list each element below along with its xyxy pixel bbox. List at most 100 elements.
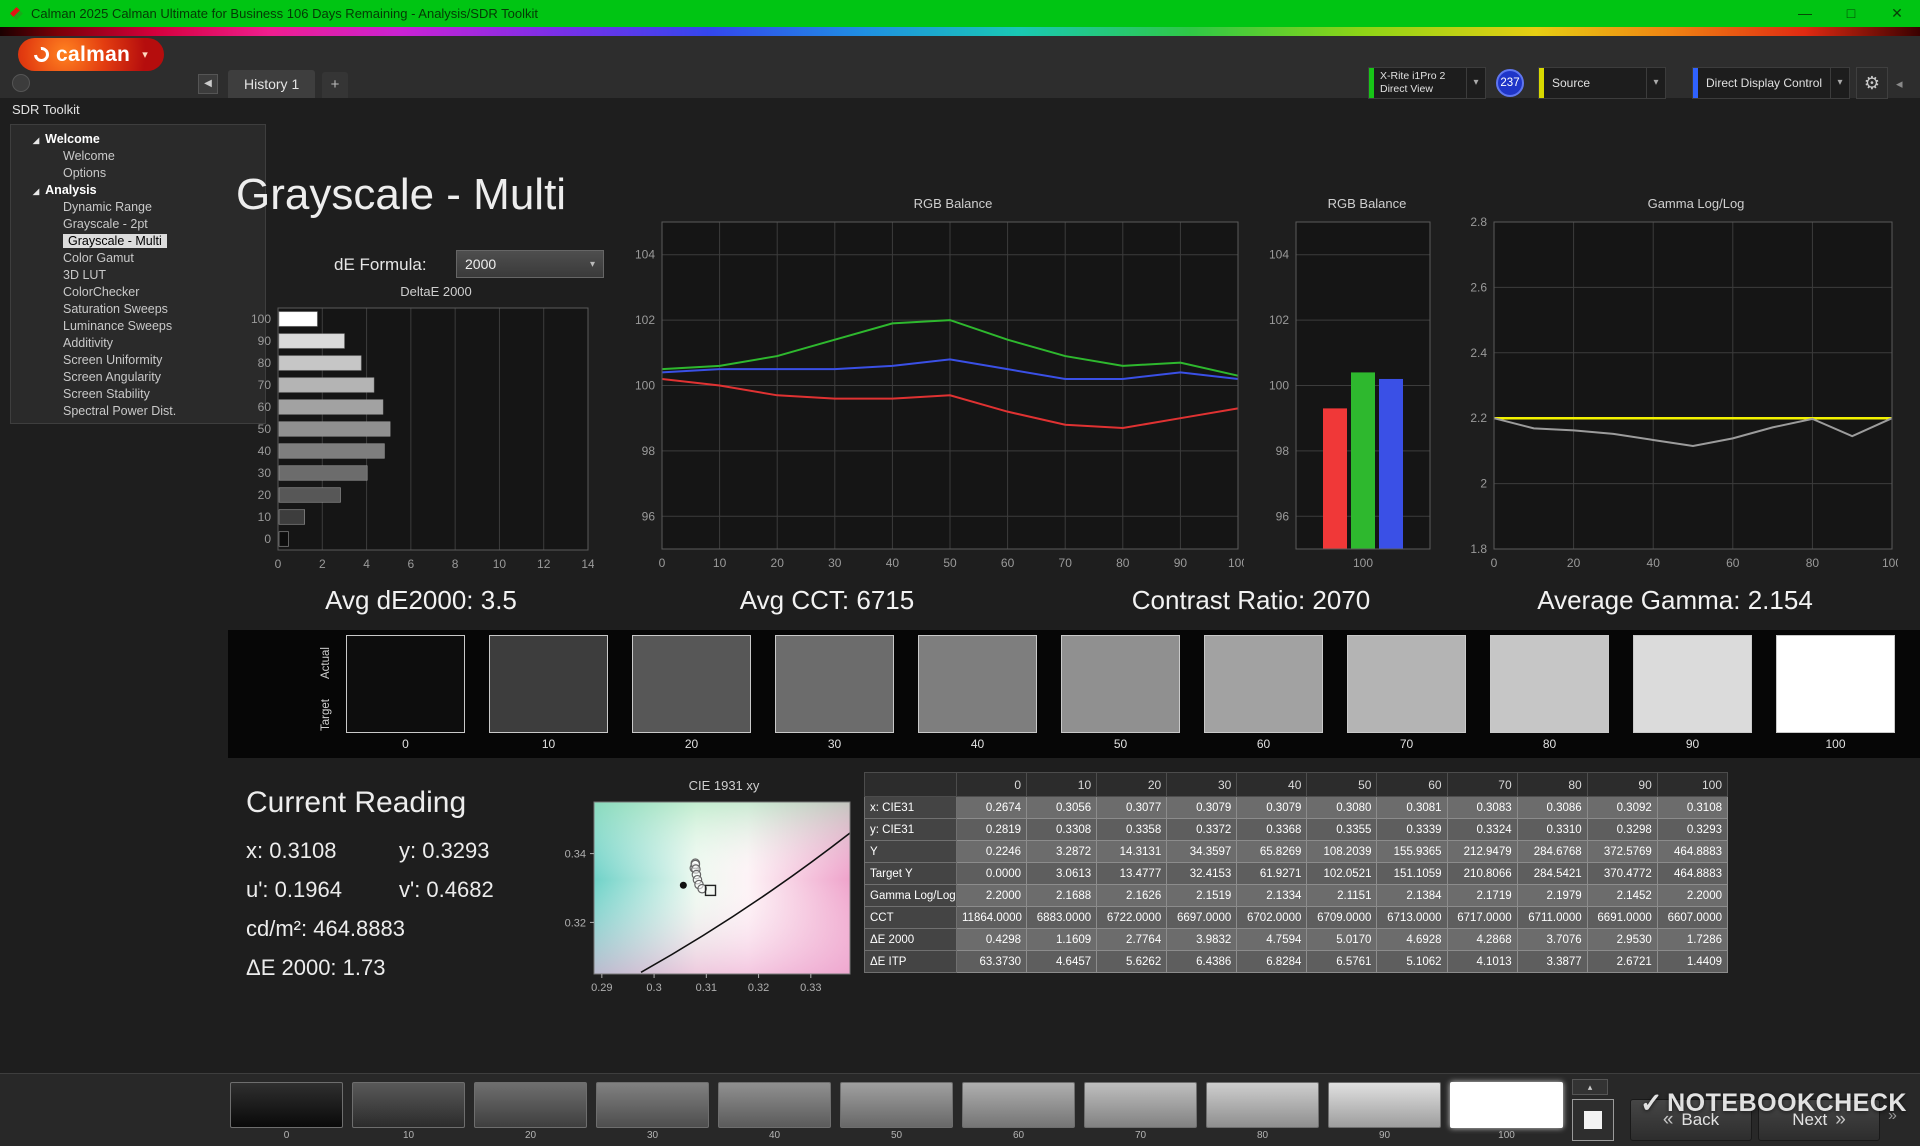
sidebar-item-label: Screen Angularity [63, 370, 161, 384]
chevron-down-icon[interactable]: ▾ [1466, 68, 1485, 98]
grayscale-swatch-strip: Actual Target 0102030405060708090100 [228, 630, 1920, 758]
sidebar-item-screen-angularity[interactable]: Screen Angularity [11, 369, 265, 386]
sidebar-item-welcome[interactable]: Welcome [11, 148, 265, 165]
svg-text:0: 0 [275, 557, 282, 571]
pattern-label: 0 [230, 1130, 343, 1141]
back-button[interactable]: « Back [1630, 1099, 1752, 1141]
sidebar-item-colorchecker[interactable]: ColorChecker [11, 284, 265, 301]
tree-section-welcome[interactable]: ◢Welcome [11, 131, 265, 148]
collapse-sidebar-button[interactable]: ◀ [198, 74, 218, 94]
sidebar-item-additivity[interactable]: Additivity [11, 335, 265, 352]
meter-info: X-Rite i1Pro 2 Direct View [1374, 70, 1466, 96]
table-cell: 2.1688 [1027, 885, 1097, 907]
pattern-button-40[interactable] [718, 1082, 831, 1128]
table-cell: 284.5421 [1517, 863, 1587, 885]
sidebar-item-screen-stability[interactable]: Screen Stability [11, 386, 265, 403]
display-control-selector[interactable]: Direct Display Control ▾ [1692, 67, 1850, 99]
end-chevron-icon[interactable]: » [1888, 1107, 1897, 1125]
back-label: Back [1681, 1110, 1719, 1130]
grayscale-swatch-50 [1061, 635, 1180, 733]
sidebar-item-dynamic-range[interactable]: Dynamic Range [11, 199, 265, 216]
sidebar-item-3d-lut[interactable]: 3D LUT [11, 267, 265, 284]
pattern-button-10[interactable] [352, 1082, 465, 1128]
table-column-header: 70 [1447, 773, 1517, 797]
pattern-button-20[interactable] [474, 1082, 587, 1128]
pattern-buttons: 0102030405060708090100 [230, 1082, 1563, 1141]
svg-text:2.6: 2.6 [1470, 280, 1487, 294]
pattern-button-70[interactable] [1084, 1082, 1197, 1128]
pattern-button-80[interactable] [1206, 1082, 1319, 1128]
grayscale-swatch-80 [1490, 635, 1609, 733]
pattern-button-100[interactable] [1450, 1082, 1563, 1128]
svg-text:90: 90 [1174, 556, 1188, 570]
sidebar-item-spectral-power-dist[interactable]: Spectral Power Dist. [11, 403, 265, 420]
table-cell: 6709.0000 [1307, 907, 1377, 929]
luminance-badge: 237 [1496, 69, 1524, 97]
tab-history-1[interactable]: History 1 [228, 70, 315, 98]
pattern-button-90[interactable] [1328, 1082, 1441, 1128]
table-row: Gamma Log/Log2.20002.16882.16262.15192.1… [865, 885, 1728, 907]
pattern-up-button[interactable]: ▴ [1572, 1079, 1608, 1095]
table-cell: 0.3372 [1167, 819, 1237, 841]
table-cell: 6.8284 [1237, 951, 1307, 973]
tree-section-label: Analysis [45, 183, 96, 197]
calman-menu-button[interactable]: calman ▾ [18, 38, 164, 71]
svg-text:8: 8 [452, 557, 459, 571]
de-formula-label: dE Formula: [334, 255, 427, 275]
pattern-button-60[interactable] [962, 1082, 1075, 1128]
sidebar-item-screen-uniformity[interactable]: Screen Uniformity [11, 352, 265, 369]
sidebar-item-options[interactable]: Options [11, 165, 265, 182]
sidebar-item-grayscale-multi[interactable]: Grayscale - Multi [11, 233, 265, 250]
swatch-label: 0 [346, 737, 465, 751]
table-column-header: 40 [1237, 773, 1307, 797]
sidebar-item-luminance-sweeps[interactable]: Luminance Sweeps [11, 318, 265, 335]
svg-text:0: 0 [264, 532, 271, 546]
svg-text:60: 60 [1726, 556, 1740, 570]
table-cell: 0.3339 [1377, 819, 1447, 841]
sidebar-item-saturation-sweeps[interactable]: Saturation Sweeps [11, 301, 265, 318]
swatch-cell: 50 [1061, 635, 1180, 751]
svg-text:20: 20 [1567, 556, 1581, 570]
svg-text:2: 2 [1480, 477, 1487, 491]
table-column-header: 30 [1167, 773, 1237, 797]
table-cell: 2.1334 [1237, 885, 1307, 907]
pattern-button-30[interactable] [596, 1082, 709, 1128]
next-button[interactable]: Next » [1758, 1099, 1880, 1141]
source-selector[interactable]: Source ▾ [1538, 67, 1666, 99]
table-column-header: 100 [1657, 773, 1727, 797]
workflow-home-button[interactable] [12, 74, 30, 92]
tree-section-analysis[interactable]: ◢Analysis [11, 182, 265, 199]
table-cell: 1.1609 [1027, 929, 1097, 951]
table-cell: 464.8883 [1657, 863, 1727, 885]
table-cell: 0.3310 [1517, 819, 1587, 841]
close-button[interactable]: ✕ [1874, 0, 1920, 27]
chevron-down-icon[interactable]: ▾ [1830, 68, 1849, 98]
collapse-right-icon[interactable]: ◂ [1896, 76, 1903, 92]
table-cell: 0.3080 [1307, 797, 1377, 819]
sidebar-item-color-gamut[interactable]: Color Gamut [11, 250, 265, 267]
add-tab-button[interactable]: + [322, 72, 348, 98]
calman-window: Calman 2025 Calman Ultimate for Business… [0, 0, 1920, 1146]
table-column-header: 10 [1027, 773, 1097, 797]
sidebar-item-grayscale-2pt[interactable]: Grayscale - 2pt [11, 216, 265, 233]
meter-selector[interactable]: X-Rite i1Pro 2 Direct View ▾ [1368, 67, 1486, 99]
cie-1931-chart: 0.320.340.290.30.310.320.33 [546, 798, 862, 1014]
svg-text:100: 100 [1353, 556, 1373, 570]
maximize-button[interactable]: □ [1828, 0, 1874, 27]
table-cell: 34.3597 [1167, 841, 1237, 863]
pattern-button-0[interactable] [230, 1082, 343, 1128]
table-cell: 2.7764 [1097, 929, 1167, 951]
pattern-button-50[interactable] [840, 1082, 953, 1128]
swatch-cell: 80 [1490, 635, 1609, 751]
table-row-label: ΔE ITP [865, 951, 957, 973]
settings-gear-button[interactable]: ⚙ [1856, 67, 1888, 99]
current-reading-title: Current Reading [246, 786, 494, 820]
minimize-button[interactable]: — [1782, 0, 1828, 27]
svg-text:96: 96 [642, 509, 656, 523]
svg-text:2.2: 2.2 [1470, 411, 1487, 425]
pattern-window-button[interactable] [1572, 1099, 1614, 1141]
table-cell: 2.1626 [1097, 885, 1167, 907]
svg-text:10: 10 [258, 510, 272, 524]
de-formula-select[interactable]: 2000 ▾ [456, 250, 604, 278]
chevron-down-icon[interactable]: ▾ [1646, 68, 1665, 98]
